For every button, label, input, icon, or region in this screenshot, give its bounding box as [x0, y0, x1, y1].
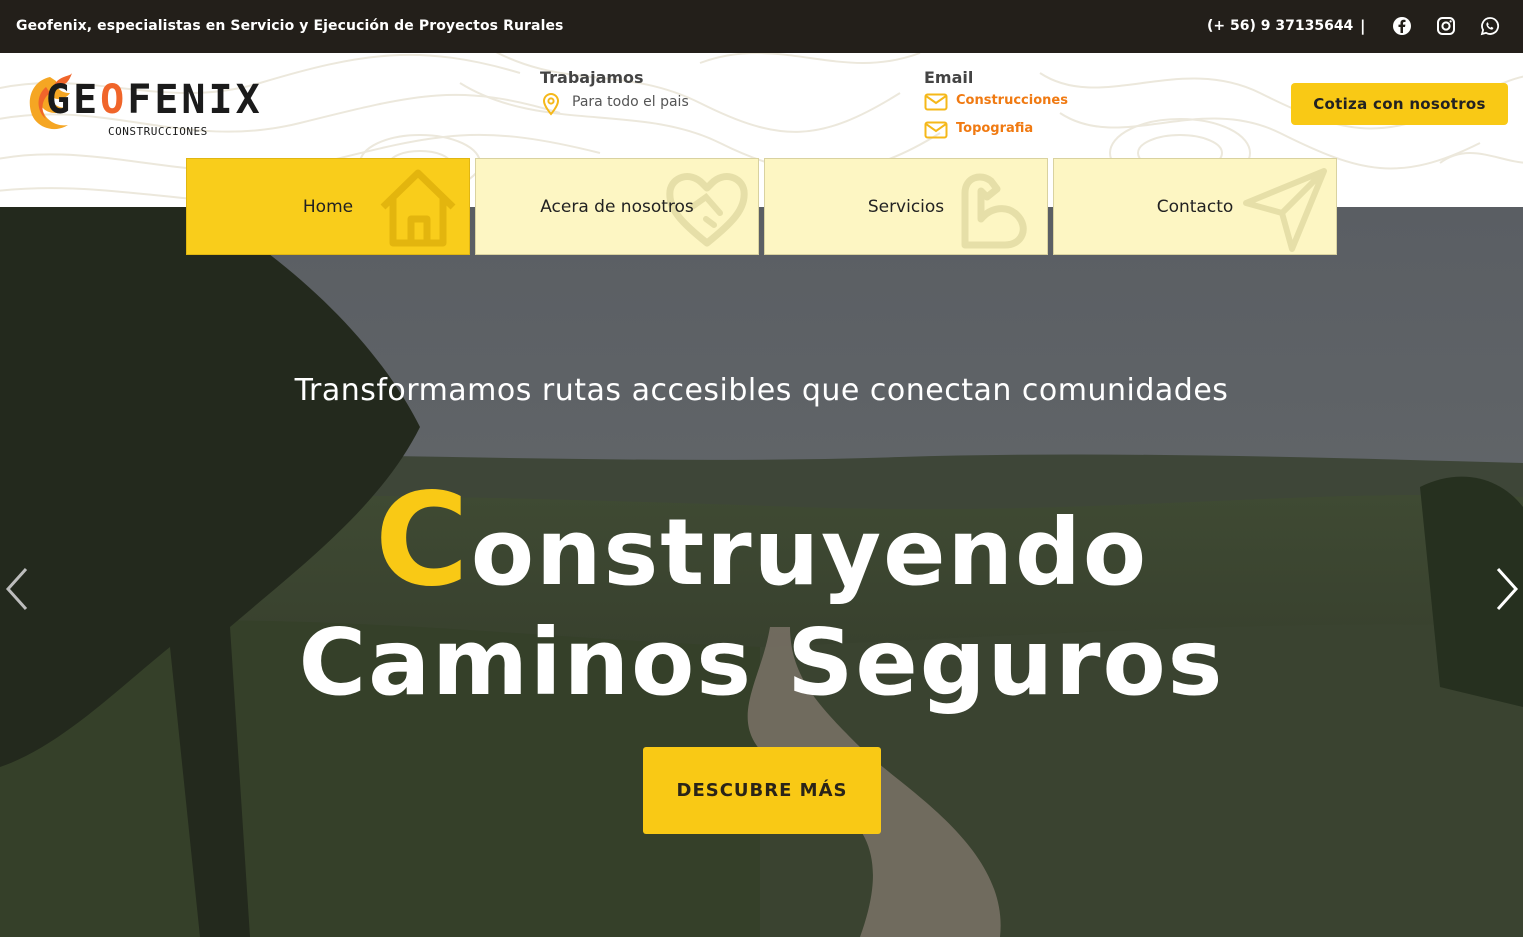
- tab-label: Contacto: [1156, 196, 1234, 217]
- facebook-icon[interactable]: [1391, 15, 1413, 37]
- discover-more-button[interactable]: DESCUBRE MÁS: [643, 747, 881, 834]
- top-bar: Geofenix, especialistas en Servicio y Ej…: [0, 0, 1523, 53]
- hero-subtitle: Transformamos rutas accesibles que conec…: [294, 373, 1229, 408]
- logo-part: FENIX: [127, 77, 263, 123]
- whatsapp-icon[interactable]: [1479, 15, 1501, 37]
- logo[interactable]: GEOFENIX CONSTRUCCIONES: [24, 73, 304, 143]
- email-link-topografia[interactable]: Topografia: [956, 121, 1033, 136]
- tab-contact[interactable]: Contacto: [1053, 158, 1337, 255]
- hero-title-initial: C: [374, 466, 471, 615]
- hero-title-rest: onstruyendo: [470, 499, 1149, 606]
- tab-label: Acera de nosotros: [540, 196, 694, 217]
- paper-plane-icon: [1243, 168, 1327, 252]
- hero-slider: Transformamos rutas accesibles que conec…: [0, 207, 1523, 937]
- logo-wordmark: GEOFENIX: [46, 77, 263, 123]
- separator: |: [1360, 17, 1366, 35]
- location-pin-icon: [542, 92, 560, 116]
- tab-home[interactable]: Home: [186, 158, 470, 255]
- chevron-right-icon[interactable]: [1492, 565, 1522, 613]
- tab-label: Servicios: [867, 196, 945, 217]
- tab-about[interactable]: Acera de nosotros: [475, 158, 759, 255]
- tab-label: Home: [302, 196, 354, 217]
- mail-icon: [924, 93, 948, 111]
- mail-icon: [924, 121, 948, 139]
- hero-title-line1: Construyendo: [0, 477, 1523, 605]
- tab-services[interactable]: Servicios: [764, 158, 1048, 255]
- work-title: Trabajamos: [540, 68, 644, 87]
- work-text: Para todo el pais: [572, 94, 689, 110]
- logo-accent: O: [100, 77, 128, 123]
- chevron-left-icon[interactable]: [2, 565, 32, 613]
- home-icon: [380, 169, 456, 247]
- quote-button[interactable]: Cotiza con nosotros: [1291, 83, 1508, 125]
- logo-part: GE: [46, 77, 101, 123]
- tagline: Geofenix, especialistas en Servicio y Ej…: [16, 18, 564, 34]
- instagram-icon[interactable]: [1435, 15, 1457, 37]
- logo-subtitle: CONSTRUCCIONES: [108, 125, 208, 138]
- email-link-construcciones[interactable]: Construcciones: [956, 93, 1068, 108]
- email-title: Email: [924, 68, 974, 87]
- muscle-icon: [961, 173, 1027, 249]
- phone-number[interactable]: (+ 56) 9 37135644: [1207, 18, 1353, 34]
- hero-title-line2: Caminos Seguros: [298, 609, 1225, 716]
